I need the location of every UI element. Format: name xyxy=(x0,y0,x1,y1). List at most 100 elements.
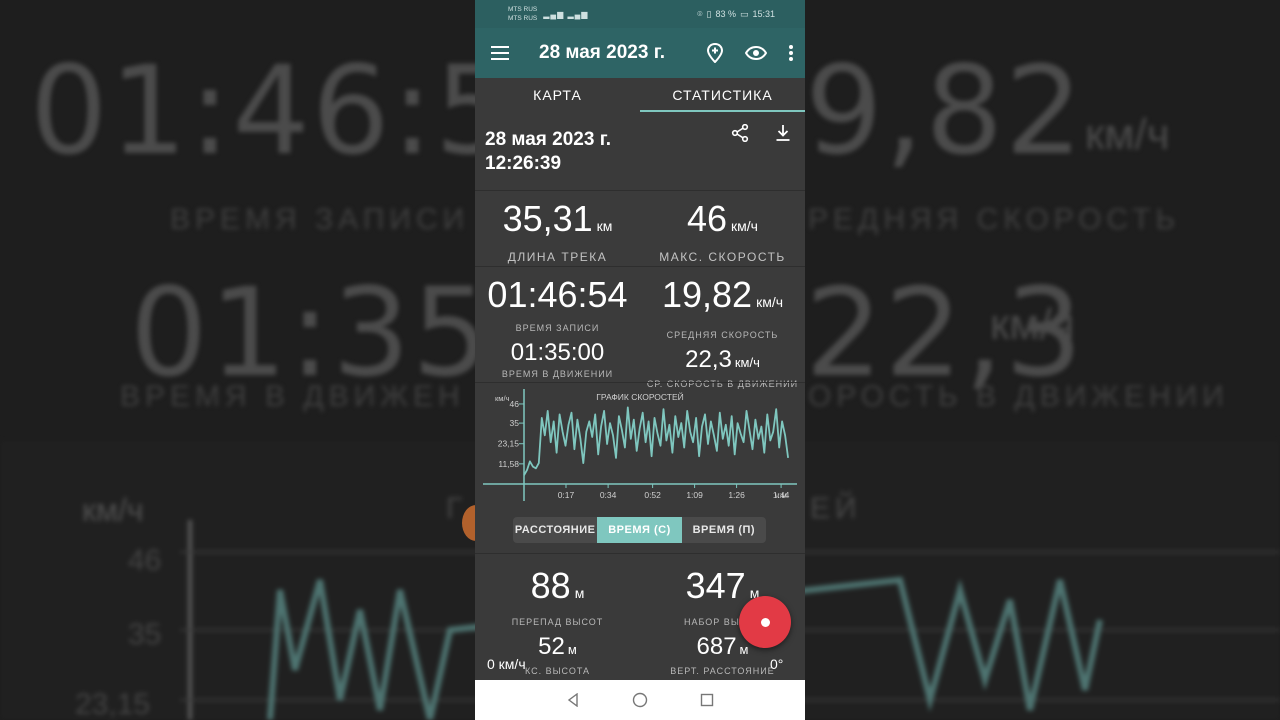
max-speed-unit: км/ч xyxy=(731,218,758,234)
record-dot-icon xyxy=(760,617,770,627)
length-value-line: 35,31 км xyxy=(475,199,640,246)
speed-chart: ГРАФИК СКОРОСТЕЙкм/чч:м463523,1511,580:1… xyxy=(483,389,797,501)
gain-value: 347 xyxy=(685,565,746,606)
avg-speed-value-line: 19,82 км/ч xyxy=(640,275,805,322)
bg-label-moving-right: ОРОСТЬ В ДВИЖЕНИИ xyxy=(808,380,1229,413)
download-icon[interactable] xyxy=(775,124,791,142)
app-bar-actions xyxy=(707,43,793,63)
system-nav-bar xyxy=(475,680,805,720)
status-right: ⌾ ▯ 83 % ▭ 15:31 xyxy=(697,9,775,20)
bg-avg-speed: 9,82 xyxy=(805,40,1085,182)
operator-1: MTS RUS xyxy=(508,6,538,13)
stats-row-2: 01:46:54 ВРЕМЯ ЗАПИСИ 01:35:00 ВРЕМЯ В Д… xyxy=(475,266,805,390)
bg-chart-unit: км/ч xyxy=(82,492,144,528)
angle-overlay: 0° xyxy=(770,656,784,672)
menu-icon[interactable] xyxy=(491,46,509,60)
bg-label-left: ВРЕМЯ ЗАПИСИ xyxy=(170,203,470,236)
avg-speed-label: СРЕДНЯЯ СКОРОСТЬ xyxy=(666,330,779,340)
chart-y-tick-label: 11,58 xyxy=(498,459,519,469)
operators: MTS RUS MTS RUS xyxy=(508,5,537,23)
operator-2: MTS RUS xyxy=(508,15,538,22)
bg-label-right: РЕДНЯЯ СКОРОСТЬ xyxy=(808,203,1181,236)
location-icon: ⌾ xyxy=(697,8,703,19)
phone-screen: MTS RUS MTS RUS ▂▄▆ ▂▄▆ ⌾ ▯ 83 % ▭ 15:31… xyxy=(475,0,805,720)
chart-title: ГРАФИК СКОРОСТЕЙ xyxy=(596,391,684,402)
moving-speed-value-line: 22,3 км/ч xyxy=(640,346,805,377)
track-time: 12:26:39 xyxy=(485,153,562,174)
bg-moving-unit: км/ч xyxy=(990,300,1075,349)
diff-unit: м xyxy=(574,585,585,601)
moving-speed-value: 22,3 xyxy=(685,346,732,373)
record-time-value: 01:46:54 xyxy=(487,274,628,315)
max-speed-label: МАКС. СКОРОСТЬ xyxy=(659,250,786,264)
length-label: ДЛИНА ТРЕКА xyxy=(507,250,608,264)
status-bar: MTS RUS MTS RUS ▂▄▆ ▂▄▆ ⌾ ▯ 83 % ▭ 15:31 xyxy=(475,0,805,28)
length-unit: км xyxy=(596,218,613,234)
bg-record-time: 01:46:5 xyxy=(30,40,515,182)
battery-percent: 83 % xyxy=(715,9,736,19)
vert-unit: м xyxy=(739,642,749,657)
eye-icon[interactable] xyxy=(745,46,767,60)
chart-x-tick-label: 0:34 xyxy=(600,490,617,500)
moving-speed-unit: км/ч xyxy=(734,355,760,370)
share-icon[interactable] xyxy=(731,124,749,142)
max-speed-value: 46 xyxy=(687,198,728,239)
chart-y-label: км/ч xyxy=(495,394,510,403)
toggle-time-c[interactable]: ВРЕМЯ (С) xyxy=(597,517,682,543)
bg-label-moving: ВРЕМЯ В ДВИЖЕН xyxy=(120,380,465,413)
diff-value-line: 88 м xyxy=(475,566,640,613)
stat-max-speed: 46 км/ч МАКС. СКОРОСТЬ xyxy=(640,199,805,266)
moving-time-value: 01:35:00 xyxy=(510,339,605,366)
stats-row-1: 35,31 км ДЛИНА ТРЕКА 46 км/ч МАКС. СКОРОСТ… xyxy=(475,190,805,266)
speed-series-line xyxy=(523,406,789,476)
avg-speed-value: 19,82 xyxy=(661,274,753,315)
toggle-time-p[interactable]: ВРЕМЯ (П) xyxy=(682,517,766,543)
chart-y-tick-label: 23,15 xyxy=(498,439,520,449)
screen: 01:46:5 9,82 км/ч ВРЕМЯ ЗАПИСИ РЕДНЯЯ СК… xyxy=(0,0,1280,720)
bg-tick-46: 46 xyxy=(128,544,162,577)
tab-bar: КАРТА СТАТИСТИКА xyxy=(475,78,805,112)
vert-value: 687 xyxy=(696,633,737,660)
recents-icon[interactable] xyxy=(700,693,714,707)
toggle-distance[interactable]: РАССТОЯНИЕ xyxy=(513,517,597,543)
moving-time-label: ВРЕМЯ В ДВИЖЕНИИ xyxy=(501,369,614,379)
max-alt-unit: м xyxy=(567,642,577,657)
battery-icon: ▭ xyxy=(739,8,749,19)
chart-y-tick-label: 35 xyxy=(510,418,520,428)
more-vert-icon[interactable] xyxy=(789,45,793,61)
chart-x-tick-label: 0:17 xyxy=(558,490,575,500)
record-button[interactable] xyxy=(739,596,791,648)
chart-x-tick-label: 1:09 xyxy=(686,490,703,500)
app-bar: 28 мая 2023 г. xyxy=(475,28,805,78)
record-time-label: ВРЕМЯ ЗАПИСИ xyxy=(515,323,600,333)
chart-x-tick-label: 0:52 xyxy=(644,490,661,500)
chart-y-tick-label: 46 xyxy=(510,399,520,409)
bg-tick-35: 35 xyxy=(128,618,162,651)
signal-icon: ▂▄▆ ▂▄▆ xyxy=(543,9,589,19)
view-toggle: РАССТОЯНИЕ ВРЕМЯ (С) ВРЕМЯ (П) xyxy=(513,517,766,543)
clock: 15:31 xyxy=(752,9,775,19)
speed-overlay: 0 км/ч xyxy=(487,656,526,672)
stat-avg-speed: 19,82 км/ч СРЕДНЯЯ СКОРОСТЬ 22,3 км/ч СР. … xyxy=(640,275,805,390)
bg-tick-23: 23,15 xyxy=(75,688,151,720)
track-header: 28 мая 2023 г. 12:26:39 xyxy=(475,112,805,190)
add-location-icon[interactable] xyxy=(707,43,723,63)
bg-speed-unit: км/ч xyxy=(1085,110,1170,159)
speed-chart-box: ГРАФИК СКОРОСТЕЙ км/ч ч:м 46 35 23,15 11,58 0:1… xyxy=(475,382,805,502)
max-speed-value-line: 46 км/ч xyxy=(640,199,805,246)
diff-label: ПЕРЕПАД ВЫСОТ xyxy=(511,617,604,627)
avg-speed-unit: км/ч xyxy=(756,294,784,310)
length-value: 35,31 xyxy=(502,198,593,239)
bg-chart-title-right: ЕЙ xyxy=(810,492,862,525)
tab-statistics[interactable]: СТАТИСТИКА xyxy=(640,78,805,112)
home-icon[interactable] xyxy=(632,692,648,708)
vibrate-icon: ▯ xyxy=(706,8,712,19)
max-alt-value: 52 xyxy=(538,633,565,660)
app-title: 28 мая 2023 г. xyxy=(539,42,665,63)
track-actions xyxy=(731,124,791,142)
tab-map[interactable]: КАРТА xyxy=(475,78,640,112)
diff-value: 88 xyxy=(530,565,571,606)
back-icon[interactable] xyxy=(566,693,580,707)
chart-x-tick-label: 1:44 xyxy=(773,490,790,500)
chart-x-tick-label: 1:26 xyxy=(728,490,745,500)
